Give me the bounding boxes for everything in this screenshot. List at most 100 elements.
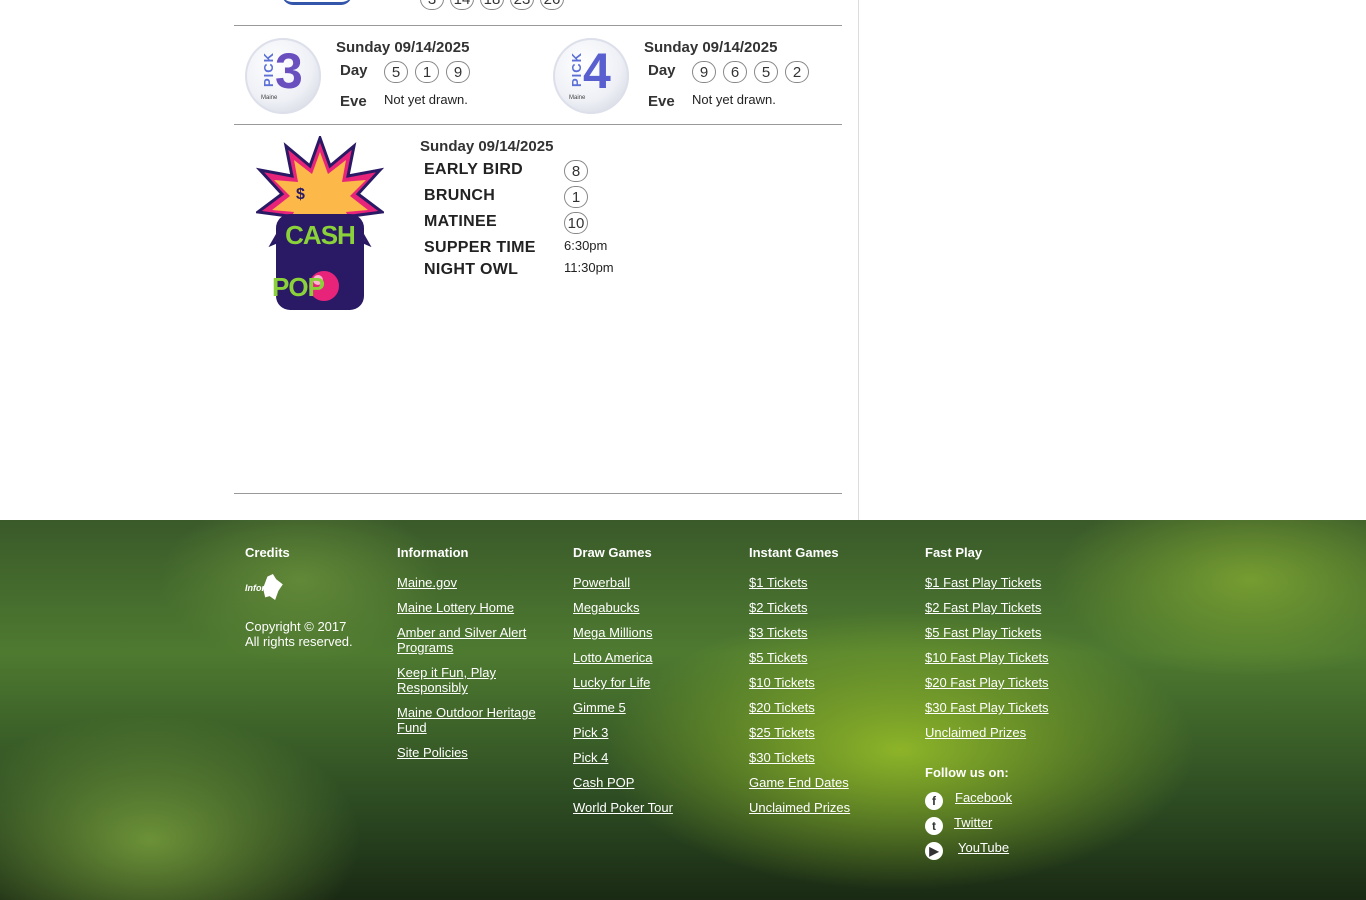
divider (234, 25, 842, 26)
cashpop-draw-name: NIGHT OWL (424, 261, 519, 278)
number-ball: 5 (384, 61, 408, 83)
pick3-eve-label: Eve (340, 93, 367, 110)
footer-link[interactable]: $5 Tickets (749, 650, 889, 665)
footer-draw-games: Draw Games Powerball Megabucks Mega Millio… (573, 545, 723, 815)
footer-link[interactable]: Gimme 5 (573, 700, 713, 715)
number-ball: 18 (480, 0, 504, 10)
footer-link[interactable]: Maine Outdoor Heritage Fund (397, 705, 537, 735)
cashpop-result-ball: 10 (564, 212, 588, 234)
cashpop-date: Sunday 09/14/2025 (420, 138, 554, 155)
results-panel: 314182326 PICK 3 Maine Sunday 09/14/2025… (234, 0, 842, 520)
pick4-logo-state: Maine (569, 95, 586, 101)
footer-link[interactable]: Lucky for Life (573, 675, 713, 690)
number-ball: 14 (450, 0, 474, 10)
pick4-date: Sunday 09/14/2025 (644, 39, 778, 56)
footer-link[interactable]: $10 Tickets (749, 675, 889, 690)
number-ball: 23 (510, 0, 534, 10)
cashpop-draw-time: 11:30pm (564, 260, 614, 275)
footer-link[interactable]: $20 Tickets (749, 700, 889, 715)
footer-link[interactable]: Site Policies (397, 745, 537, 760)
pick4-logo-pick: PICK (569, 51, 585, 88)
footer-link[interactable]: $10 Fast Play Tickets (925, 650, 1065, 665)
footer-link[interactable]: $2 Fast Play Tickets (925, 600, 1065, 615)
pick3-logo-pick: PICK (261, 51, 277, 88)
informe-logo[interactable]: InforME (245, 574, 289, 602)
footer-link[interactable]: $2 Tickets (749, 600, 889, 615)
cashpop-draw-name: EARLY BIRD (424, 161, 524, 178)
number-ball: 9 (446, 61, 470, 83)
footer-link[interactable]: $1 Fast Play Tickets (925, 575, 1065, 590)
footer-link[interactable]: World Poker Tour (573, 800, 713, 815)
draw-games-heading: Draw Games (573, 545, 652, 560)
number-ball: 1 (415, 61, 439, 83)
youtube-icon[interactable]: ▶ (925, 842, 943, 860)
pick4-eve-status: Not yet drawn. (692, 92, 776, 107)
number-ball: 3 (420, 0, 444, 10)
number-ball: 9 (692, 61, 716, 83)
social-link-facebook[interactable]: Facebook (955, 790, 1012, 805)
content-divider (858, 0, 859, 520)
cashpop-draw-name: BRUNCH (424, 187, 496, 204)
footer-link[interactable]: Unclaimed Prizes (749, 800, 889, 815)
copyright-text: Copyright © 2017 (245, 619, 347, 634)
cashpop-result-ball: 1 (564, 186, 588, 208)
pick4-day-label: Day (648, 62, 676, 79)
pick3-logo-state: Maine (261, 95, 278, 101)
footer-link[interactable]: Game End Dates (749, 775, 889, 790)
footer-link[interactable]: Pick 3 (573, 725, 713, 740)
cashpop-logo: $ CASH POP (256, 136, 384, 316)
footer-link[interactable]: Powerball (573, 575, 713, 590)
credits-heading: Credits (245, 545, 290, 560)
instant-games-heading: Instant Games (749, 545, 839, 560)
number-ball: 26 (540, 0, 564, 10)
social-link-twitter[interactable]: Twitter (954, 815, 992, 830)
footer-link[interactable]: $30 Tickets (749, 750, 889, 765)
pick4-eve-label: Eve (648, 93, 675, 110)
pick3-logo: PICK 3 Maine (245, 38, 321, 114)
footer-link[interactable]: $20 Fast Play Tickets (925, 675, 1065, 690)
footer-fast-play: Fast Play $1 Fast Play Tickets $2 Fast Pl… (925, 545, 1105, 860)
footer-credits: Credits InforME Copyright © 2017 All rig… (245, 545, 353, 649)
footer-link[interactable]: Maine.gov (397, 575, 537, 590)
footer-link[interactable]: Keep it Fun, Play Responsibly (397, 665, 537, 695)
number-ball: 2 (785, 61, 809, 83)
pick3-logo-number: 3 (275, 43, 303, 99)
footer-link[interactable]: Amber and Silver Alert Programs (397, 625, 537, 655)
follow-us-heading: Follow us on: (925, 765, 1009, 780)
cashpop-result-ball: 8 (564, 160, 588, 182)
footer-link[interactable]: Lotto America (573, 650, 713, 665)
fast-play-heading: Fast Play (925, 545, 983, 560)
pick3-date: Sunday 09/14/2025 (336, 39, 470, 56)
pick4-logo: PICK 4 Maine (553, 38, 629, 114)
social-link-youtube[interactable]: YouTube (958, 840, 1009, 855)
footer-link[interactable]: $25 Tickets (749, 725, 889, 740)
cashpop-logo-line1: CASH (285, 220, 356, 250)
footer-link[interactable]: $3 Tickets (749, 625, 889, 640)
number-ball: 5 (754, 61, 778, 83)
footer-link[interactable]: Cash POP (573, 775, 713, 790)
facebook-icon[interactable]: f (925, 792, 943, 810)
pick3-eve-status: Not yet drawn. (384, 92, 468, 107)
footer-link[interactable]: $1 Tickets (749, 575, 889, 590)
footer-link[interactable]: Unclaimed Prizes (925, 725, 1065, 740)
cashpop-logo-symbol: $ (296, 186, 305, 203)
top-partial-logo (274, 0, 364, 5)
footer-link[interactable]: Maine Lottery Home (397, 600, 537, 615)
informe-logo-text: InforME (245, 583, 279, 593)
footer-link[interactable]: Pick 4 (573, 750, 713, 765)
footer-instant-games: Instant Games $1 Tickets $2 Tickets $3 Tic… (749, 545, 899, 815)
information-heading: Information (397, 545, 469, 560)
cashpop-logo-line2: POP (272, 272, 325, 302)
footer-link[interactable]: Mega Millions (573, 625, 713, 640)
cashpop-draw-name: SUPPER TIME (424, 239, 536, 256)
footer-link[interactable]: Megabucks (573, 600, 713, 615)
twitter-icon[interactable]: t (925, 817, 943, 835)
pick3-day-label: Day (340, 62, 368, 79)
pick4-logo-number: 4 (583, 43, 611, 99)
footer-link[interactable]: $5 Fast Play Tickets (925, 625, 1065, 640)
footer-link[interactable]: $30 Fast Play Tickets (925, 700, 1065, 715)
cashpop-draw-name: MATINEE (424, 213, 497, 230)
rights-text: All rights reserved. (245, 634, 353, 649)
footer: Credits InforME Copyright © 2017 All rig… (0, 520, 1366, 900)
divider (234, 493, 842, 494)
